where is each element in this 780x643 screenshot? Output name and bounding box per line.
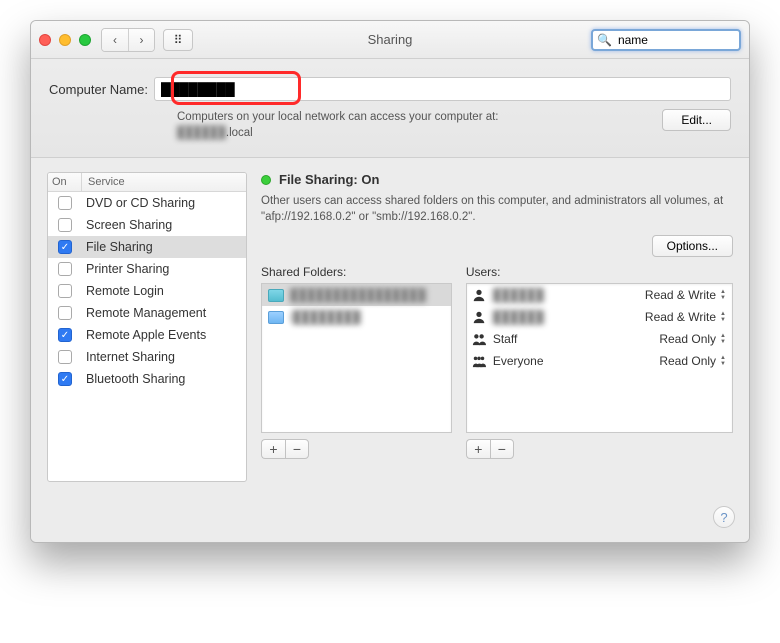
service-checkbox[interactable] [58, 218, 72, 232]
status-description: Other users can access shared folders on… [261, 193, 733, 225]
permission-select[interactable]: Read & Write▲▼ [645, 310, 728, 324]
service-row[interactable]: Remote Apple Events [48, 324, 246, 346]
computer-name-input[interactable] [154, 77, 731, 101]
show-all-button[interactable]: ⠿ [163, 29, 193, 51]
grid-icon: ⠿ [174, 33, 183, 47]
status-title: File Sharing: On [279, 172, 379, 187]
users-panel: Users: ██████ Read & Write▲▼ ██████ Read & … [466, 265, 733, 459]
status-row: File Sharing: On [261, 172, 733, 187]
service-checkbox[interactable] [58, 196, 72, 210]
user-name: ██████ [493, 310, 639, 324]
folder-icon [268, 311, 284, 324]
user-row[interactable]: Staff Read Only▲▼ [467, 328, 732, 350]
service-label: Remote Apple Events [82, 328, 246, 342]
services-list: On Service DVD or CD Sharing Screen Shari… [47, 172, 247, 482]
user-name: Everyone [493, 354, 654, 368]
service-label: Remote Management [82, 306, 246, 320]
folder-name: i████████ [290, 310, 361, 324]
user-row[interactable]: Everyone Read Only▲▼ [467, 350, 732, 372]
service-checkbox[interactable] [58, 284, 72, 298]
computer-name-info: Computers on your local network can acce… [177, 109, 650, 141]
computer-name-section: Computer Name: Computers on your local n… [31, 59, 749, 158]
user-icon [471, 332, 487, 346]
window-controls [39, 34, 91, 46]
add-folder-button[interactable]: + [261, 439, 285, 459]
shared-folders-panel: Shared Folders: ████████████████ i███████… [261, 265, 452, 459]
preferences-window: ‹ › ⠿ Sharing 🔍 ✕ Computer Name: Compute… [30, 20, 750, 543]
options-button[interactable]: Options... [652, 235, 733, 257]
service-row[interactable]: Bluetooth Sharing [48, 368, 246, 390]
users-list[interactable]: ██████ Read & Write▲▼ ██████ Read & Write▲▼… [466, 283, 733, 433]
service-row[interactable]: Internet Sharing [48, 346, 246, 368]
zoom-icon[interactable] [79, 34, 91, 46]
service-label: Bluetooth Sharing [82, 372, 246, 386]
stepper-icon: ▲▼ [720, 333, 726, 345]
user-name: ██████ [493, 288, 639, 302]
user-name: Staff [493, 332, 654, 346]
permission-select[interactable]: Read Only▲▼ [659, 354, 728, 368]
user-icon [471, 288, 487, 302]
remove-folder-button[interactable]: − [285, 439, 309, 459]
shared-folders-list[interactable]: ████████████████ i████████ [261, 283, 452, 433]
column-on[interactable]: On [48, 173, 82, 191]
service-checkbox[interactable] [58, 372, 72, 386]
computer-name-label: Computer Name: [49, 82, 148, 97]
status-indicator-icon [261, 175, 271, 185]
remove-user-button[interactable]: − [490, 439, 514, 459]
service-label: File Sharing [82, 240, 246, 254]
service-label: Internet Sharing [82, 350, 246, 364]
service-checkbox[interactable] [58, 262, 72, 276]
search-field[interactable]: 🔍 ✕ [591, 29, 741, 51]
users-controls: + − [466, 439, 733, 459]
folder-name: ████████████████ [290, 288, 426, 302]
close-icon[interactable] [39, 34, 51, 46]
service-row[interactable]: Screen Sharing [48, 214, 246, 236]
help-button[interactable]: ? [713, 506, 735, 528]
main-content: On Service DVD or CD Sharing Screen Shari… [31, 158, 749, 498]
search-icon: 🔍 [597, 33, 612, 47]
service-checkbox[interactable] [58, 328, 72, 342]
footer: ? [31, 498, 749, 542]
forward-button[interactable]: › [128, 29, 154, 51]
service-checkbox[interactable] [58, 306, 72, 320]
stepper-icon: ▲▼ [720, 355, 726, 367]
folder-icon [268, 289, 284, 302]
service-label: Screen Sharing [82, 218, 246, 232]
column-service[interactable]: Service [82, 173, 246, 191]
permission-select[interactable]: Read Only▲▼ [659, 332, 728, 346]
user-icon [471, 354, 487, 368]
service-row[interactable]: Remote Management [48, 302, 246, 324]
back-button[interactable]: ‹ [102, 29, 128, 51]
folder-row[interactable]: i████████ [262, 306, 451, 328]
minimize-icon[interactable] [59, 34, 71, 46]
shared-folders-controls: + − [261, 439, 452, 459]
services-header: On Service [48, 173, 246, 192]
edit-button[interactable]: Edit... [662, 109, 731, 131]
service-label: Printer Sharing [82, 262, 246, 276]
service-checkbox[interactable] [58, 240, 72, 254]
user-icon [471, 310, 487, 324]
permission-select[interactable]: Read & Write▲▼ [645, 288, 728, 302]
service-label: DVD or CD Sharing [82, 196, 246, 210]
users-label: Users: [466, 265, 733, 279]
shared-folders-label: Shared Folders: [261, 265, 452, 279]
service-row[interactable]: Remote Login [48, 280, 246, 302]
detail-panel: File Sharing: On Other users can access … [261, 172, 733, 482]
service-row[interactable]: File Sharing [48, 236, 246, 258]
folder-row[interactable]: ████████████████ [262, 284, 451, 306]
user-row[interactable]: ██████ Read & Write▲▼ [467, 284, 732, 306]
nav-back-forward: ‹ › [101, 28, 155, 52]
service-row[interactable]: Printer Sharing [48, 258, 246, 280]
stepper-icon: ▲▼ [720, 289, 726, 301]
service-label: Remote Login [82, 284, 246, 298]
service-row[interactable]: DVD or CD Sharing [48, 192, 246, 214]
add-user-button[interactable]: + [466, 439, 490, 459]
service-checkbox[interactable] [58, 350, 72, 364]
stepper-icon: ▲▼ [720, 311, 726, 323]
user-row[interactable]: ██████ Read & Write▲▼ [467, 306, 732, 328]
titlebar: ‹ › ⠿ Sharing 🔍 ✕ [31, 21, 749, 59]
search-input[interactable] [616, 32, 750, 48]
